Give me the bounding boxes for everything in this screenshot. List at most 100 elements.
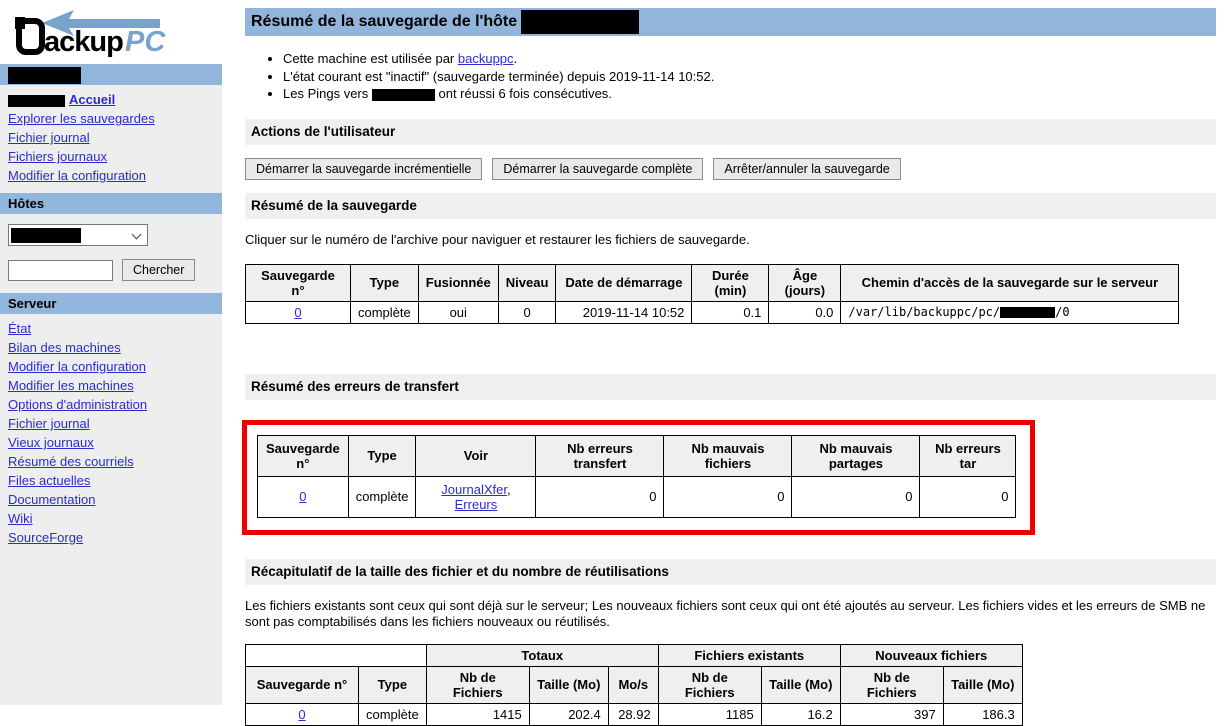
host-search-input[interactable] xyxy=(8,260,113,281)
sidebar-item-host-summary[interactable]: Bilan des machines xyxy=(8,340,121,355)
redacted-hostname xyxy=(521,10,639,34)
cell: oui xyxy=(418,301,498,323)
sidebar-item-sourceforge[interactable]: SourceForge xyxy=(8,530,83,545)
header-cell: Nb de Fichiers xyxy=(840,666,943,703)
chevron-down-icon xyxy=(132,230,142,240)
header-cell: Nb mauvais fichiers xyxy=(664,435,792,476)
header-cell: Niveau xyxy=(498,264,556,301)
status-text: Cette machine est utilisée par xyxy=(283,51,458,66)
size-summary-table: Totaux Fichiers existants Nouveaux fichi… xyxy=(245,644,1023,726)
backup-summary-note: Cliquer sur le numéro de l'archive pour … xyxy=(245,232,1216,248)
sidebar-host-header xyxy=(0,64,222,85)
sidebar-filler xyxy=(0,555,222,705)
header-cell: Mo/s xyxy=(608,666,658,703)
sidebar-item-old-logs[interactable]: Vieux journaux xyxy=(8,435,94,450)
server-section-header: Serveur xyxy=(0,293,222,314)
owner-user-link[interactable]: backuppc xyxy=(458,51,514,66)
sidebar-item-email-summary[interactable]: Résumé des courriels xyxy=(8,454,134,469)
cell: complète xyxy=(348,476,416,517)
sidebar-item-edit-server-config[interactable]: Modifier la configuration xyxy=(8,359,146,374)
view-logs-cell: JournalXfer, Erreurs xyxy=(416,476,536,517)
xfer-errors-table: Sauvegarde n° Type Voir Nb erreurs trans… xyxy=(257,435,1016,518)
cell: 2019-11-14 10:52 xyxy=(556,301,692,323)
header-cell: Nb erreurs transfert xyxy=(536,435,664,476)
sidebar-item-documentation[interactable]: Documentation xyxy=(8,492,95,507)
backup-path-cell: /var/lib/backuppc/pc//0 xyxy=(841,301,1179,323)
redacted-hostname xyxy=(1000,307,1055,318)
status-text: Les Pings vers xyxy=(283,86,372,101)
cell: 0 xyxy=(258,476,349,517)
header-cell: Nb de Fichiers xyxy=(426,666,529,703)
sidebar-item-home[interactable]: Accueil xyxy=(69,92,115,107)
list-item: L'état courant est "inactif" (sauvegarde… xyxy=(283,68,1216,86)
server-nav: État Bilan des machines Modifier la conf… xyxy=(0,314,222,555)
cell: 0.0 xyxy=(769,301,841,323)
start-full-backup-button[interactable]: Démarrer la sauvegarde complète xyxy=(492,158,703,180)
sidebar-item-admin-options[interactable]: Options d'administration xyxy=(8,397,147,412)
stop-backup-button[interactable]: Arrêter/annuler la sauvegarde xyxy=(713,158,900,180)
sidebar-item-log-files[interactable]: Fichiers journaux xyxy=(8,149,107,164)
cell: complète xyxy=(351,301,419,323)
sidebar-item-current-queues[interactable]: Files actuelles xyxy=(8,473,90,488)
sidebar-item-log-file[interactable]: Fichier journal xyxy=(8,130,90,145)
search-button[interactable]: Chercher xyxy=(122,259,195,281)
backup-number-link[interactable]: 0 xyxy=(299,489,306,504)
status-text: . xyxy=(514,51,518,66)
cell: 202.4 xyxy=(529,703,608,725)
header-cell: Voir xyxy=(416,435,536,476)
header-cell: Type xyxy=(359,666,427,703)
svg-text:PC: PC xyxy=(125,26,166,58)
page-title: Résumé de la sauvegarde de l'hôte xyxy=(245,8,1216,36)
size-summary-header: Récapitulatif de la taille des fichier e… xyxy=(245,559,1216,585)
header-cell: Sauvegarde n° xyxy=(246,264,351,301)
sidebar-item-status[interactable]: État xyxy=(8,321,31,336)
table-row: 0 complète 1415 202.4 28.92 1185 16.2 39… xyxy=(246,703,1023,725)
table-header-row: Sauvegarde n° Type Voir Nb erreurs trans… xyxy=(258,435,1016,476)
sidebar-item-edit-hosts[interactable]: Modifier les machines xyxy=(8,378,134,393)
backup-summary-header: Résumé de la sauvegarde xyxy=(245,193,1216,219)
xfer-log-link[interactable]: JournalXfer xyxy=(441,482,507,497)
redacted-hostname xyxy=(8,67,81,84)
status-text: ont réussi 6 fois consécutives. xyxy=(435,86,612,101)
svg-text:ackup: ackup xyxy=(44,26,123,58)
user-actions-header: Actions de l'utilisateur xyxy=(245,119,1216,145)
list-item: Les Pings vers ont réussi 6 fois consécu… xyxy=(283,85,1216,103)
table-header-row: Sauvegarde n° Type Fusionnée Niveau Date… xyxy=(246,264,1179,301)
backuppc-logo: ackup PC xyxy=(0,0,222,64)
group-header-cell: Nouveaux fichiers xyxy=(840,644,1022,666)
table-row: 0 complète JournalXfer,Erreurs 0 0 0 0 xyxy=(258,476,1016,517)
sidebar-item-server-log-file[interactable]: Fichier journal xyxy=(8,416,90,431)
sidebar-item-edit-config[interactable]: Modifier la configuration xyxy=(8,168,146,183)
redacted-hostname xyxy=(372,89,435,101)
group-header-cell: Fichiers existants xyxy=(658,644,840,666)
cell: 186.3 xyxy=(943,703,1022,725)
sidebar-item-wiki[interactable]: Wiki xyxy=(8,511,33,526)
cell: 0 xyxy=(920,476,1016,517)
backup-number-link[interactable]: 0 xyxy=(294,305,301,320)
start-incremental-backup-button[interactable]: Démarrer la sauvegarde incrémentielle xyxy=(245,158,482,180)
table-group-header-row: Totaux Fichiers existants Nouveaux fichi… xyxy=(246,644,1023,666)
errors-link[interactable]: Erreurs xyxy=(455,497,498,512)
separator: , xyxy=(507,482,511,497)
header-cell: Nb mauvais partages xyxy=(792,435,920,476)
group-header-cell: Totaux xyxy=(426,644,658,666)
header-cell: Taille (Mo) xyxy=(529,666,608,703)
redacted-selected-host xyxy=(11,228,81,243)
cell: 16.2 xyxy=(761,703,840,725)
backup-summary-table: Sauvegarde n° Type Fusionnée Niveau Date… xyxy=(245,264,1179,324)
cell: 0 xyxy=(498,301,556,323)
table-row: 0 complète oui 0 2019-11-14 10:52 0.1 0.… xyxy=(246,301,1179,323)
backuppc-logo-icon: ackup PC xyxy=(8,6,178,58)
header-cell: Fusionnée xyxy=(418,264,498,301)
table-header-row: Sauvegarde n° Type Nb de Fichiers Taille… xyxy=(246,666,1023,703)
page-title-text: Résumé de la sauvegarde de l'hôte xyxy=(251,13,517,30)
cell: 1185 xyxy=(658,703,761,725)
sidebar-item-browse-backups[interactable]: Explorer les sauvegardes xyxy=(8,111,155,126)
main-content: Résumé de la sauvegarde de l'hôte Cette … xyxy=(245,0,1216,726)
cell: 0 xyxy=(664,476,792,517)
cell: 0 xyxy=(536,476,664,517)
user-actions-buttons: Démarrer la sauvegarde incrémentielle Dé… xyxy=(245,158,1216,180)
host-select[interactable] xyxy=(8,224,148,246)
header-cell: Taille (Mo) xyxy=(761,666,840,703)
header-cell: Nb erreurs tar xyxy=(920,435,1016,476)
